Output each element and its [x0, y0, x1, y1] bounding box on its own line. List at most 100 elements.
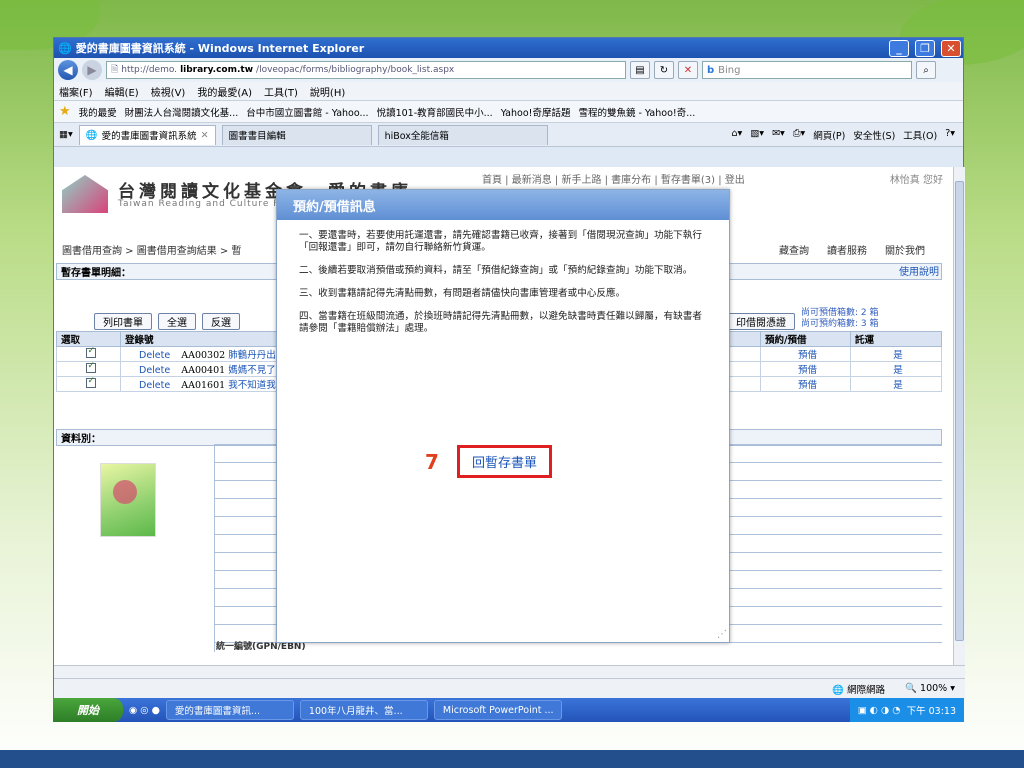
tab-close-icon[interactable]: ✕	[201, 130, 209, 141]
fav-item[interactable]: 財團法人台灣閱讀文化基...	[125, 105, 239, 119]
quicklaunch-icons[interactable]: ◉ ◎ ●	[129, 705, 160, 716]
help-link[interactable]: 使用說明	[899, 263, 939, 278]
book-title[interactable]: 我不知道我	[228, 380, 276, 391]
book-title[interactable]: 媽媽不見了	[228, 365, 276, 376]
select-checkbox[interactable]	[85, 376, 96, 388]
user-greeting: 林怡真 您好	[889, 175, 943, 186]
close-button[interactable]: ✕	[941, 39, 961, 57]
url-domain: library.com.tw	[180, 65, 254, 75]
main-nav: 藏查詢 讀者服務 關於我們	[779, 239, 925, 259]
menu-bar: 檔案(F) 編輯(E) 檢視(V) 我的最愛(A) 工具(T) 說明(H)	[54, 82, 963, 101]
nav-item[interactable]: 藏查詢	[779, 242, 809, 257]
fav-item[interactable]: 台中市國立圖書館 - Yahoo...	[246, 105, 368, 119]
url-prefix: http://demo.	[121, 65, 178, 75]
search-placeholder: Bing	[718, 64, 741, 76]
delete-link[interactable]: Delete	[139, 350, 170, 361]
search-input[interactable]: b Bing	[702, 61, 912, 79]
tab-hibox[interactable]: hiBox全能信箱	[377, 124, 548, 145]
modal-paragraph: 三、收到書籍請記得先清點冊數，有問題者請儘快向書庫管理者或中心反應。	[299, 288, 626, 299]
tab-label: 愛的書庫圖書資訊系統	[101, 131, 197, 142]
select-checkbox[interactable]	[85, 361, 96, 373]
menu-tools[interactable]: 工具(T)	[264, 84, 298, 99]
safety-menu[interactable]: 安全性(S)	[853, 128, 895, 142]
menu-favorites[interactable]: 我的最愛(A)	[197, 84, 252, 99]
taskbar-task[interactable]: 100年八月龍井、當...	[299, 700, 428, 720]
menu-file[interactable]: 檔案(F)	[59, 84, 93, 99]
scroll-thumb[interactable]	[955, 181, 964, 641]
favorites-bar: ★ 我的最愛 財團法人台灣閱讀文化基... 台中市國立圖書館 - Yahoo..…	[54, 101, 963, 123]
type-label: 資料別：	[61, 434, 101, 445]
back-to-list-button[interactable]: 回暫存書單	[457, 445, 552, 478]
taskbar-task[interactable]: 愛的書庫圖書資訊...	[165, 700, 294, 720]
address-row: ◀ ▶ 🗎 http://demo. library.com.tw/loveopa…	[54, 58, 963, 82]
vertical-scrollbar[interactable]	[953, 167, 965, 665]
site-logo	[62, 175, 108, 213]
menu-view[interactable]: 檢視(V)	[151, 84, 186, 99]
forward-button[interactable]: ▶	[82, 60, 102, 80]
tab-label: 圖書書目編輯	[228, 131, 286, 142]
ie-icon: 🌐	[58, 41, 72, 55]
print-icon[interactable]: ⎙▾	[793, 128, 805, 142]
top-nav[interactable]: 首頁 | 最新消息 | 新手上路 | 書庫分布 | 暫存書單(3) | 登出	[482, 171, 745, 186]
resize-grip-icon[interactable]: ⋰	[717, 629, 727, 640]
quota-info: 尚可預借箱數: 2 箱 尚可預約箱數: 3 箱	[801, 308, 878, 330]
modal-paragraph: 四、當書籍在班級間流通，於換班時請記得先清點冊數，以避免缺書時責任難以歸屬，有缺…	[299, 311, 702, 334]
print-voucher-button[interactable]: 印借閱憑證	[727, 313, 795, 330]
browser-window: 🌐 愛的書庫圖書資訊系統 - Windows Internet Explorer…	[53, 37, 965, 722]
zoom-control[interactable]: 🔍 100% ▾	[905, 683, 955, 694]
system-tray: ▣ ◐ ◑ ◔ 下午 03:13	[849, 698, 964, 722]
delete-link[interactable]: Delete	[139, 380, 170, 391]
tab-catalog-edit[interactable]: 圖書書目編輯	[221, 124, 372, 145]
minimize-button[interactable]: _	[889, 39, 909, 57]
nav-item[interactable]: 關於我們	[885, 242, 925, 257]
window-title: 愛的書庫圖書資訊系統 - Windows Internet Explorer	[75, 42, 365, 55]
request-type: 預借	[760, 346, 851, 362]
list-buttons: 列印書單 全選 反選	[94, 313, 240, 330]
help-icon[interactable]: ?▾	[945, 128, 955, 142]
tray-icons[interactable]: ▣ ◐ ◑ ◔	[858, 705, 901, 716]
compat-view-icon[interactable]: ▤	[630, 61, 650, 79]
fav-item[interactable]: 悅讀101-教育部國民中小...	[377, 105, 493, 119]
address-bar[interactable]: 🗎 http://demo. library.com.tw/loveopac/fo…	[106, 61, 626, 79]
back-button[interactable]: ◀	[58, 60, 78, 80]
fav-item[interactable]: 雪程的雙魚鏡 - Yahoo!奇...	[578, 105, 695, 119]
select-all-button[interactable]: 全選	[158, 313, 196, 330]
quick-tabs-icon[interactable]: ▦▾	[59, 129, 73, 140]
modal-paragraph: 一、要還書時，若要使用託運還書，請先確認書籍已收齊，接著到「借閱現況查詢」功能下…	[299, 230, 702, 253]
book-title[interactable]: 肺鶴丹丹出	[228, 350, 276, 361]
print-list-button[interactable]: 列印書單	[94, 313, 152, 330]
menu-help[interactable]: 說明(H)	[310, 84, 345, 99]
fav-item[interactable]: Yahoo!奇摩話題	[501, 105, 571, 119]
maximize-button[interactable]: ❐	[915, 39, 935, 57]
zoom-level: 100%	[920, 683, 948, 694]
favorites-button[interactable]: 我的最愛	[79, 105, 117, 119]
mail-icon[interactable]: ✉▾	[772, 128, 785, 142]
stop-icon[interactable]: ✕	[678, 61, 698, 79]
invert-selection-button[interactable]: 反選	[202, 313, 240, 330]
search-icon[interactable]: ⌕	[916, 61, 936, 79]
tab-library[interactable]: 🌐 愛的書庫圖書資訊系統 ✕	[78, 124, 216, 145]
start-button[interactable]: 開始	[53, 698, 123, 722]
request-type: 預借	[760, 376, 851, 392]
taskbar-task[interactable]: Microsoft PowerPoint ...	[433, 700, 562, 720]
delete-link[interactable]: Delete	[139, 365, 170, 376]
feeds-icon[interactable]: ▧▾	[750, 128, 764, 142]
favorites-star-icon: ★	[59, 104, 71, 119]
home-icon[interactable]: ⌂▾	[732, 128, 743, 142]
refresh-icon[interactable]: ↻	[654, 61, 674, 79]
tools-menu[interactable]: 工具(O)	[903, 128, 937, 142]
menu-edit[interactable]: 編輯(E)	[105, 84, 139, 99]
grid-border	[214, 444, 215, 652]
select-checkbox[interactable]	[85, 346, 96, 358]
ie-icon: 🌐	[85, 129, 98, 141]
status-bar: 🌐 網際網路 🔍 100% ▾	[54, 678, 965, 698]
zone-info: 🌐 網際網路	[832, 682, 885, 696]
nav-item[interactable]: 讀者服務	[827, 242, 867, 257]
page-icon: 🗎	[111, 65, 119, 75]
request-type: 預借	[760, 361, 851, 377]
page-menu[interactable]: 網頁(P)	[813, 128, 845, 142]
horizontal-scrollbar[interactable]	[54, 665, 965, 678]
col-type: 預約/預借	[760, 331, 851, 347]
reservation-modal: 預約/預借訊息 一、要還書時，若要使用託運還書，請先確認書籍已收齊，接著到「借閱…	[276, 189, 730, 643]
tab-bar: ▦▾ 🌐 愛的書庫圖書資訊系統 ✕ 圖書書目編輯 hiBox全能信箱 ⌂▾ ▧▾ ✉…	[54, 123, 963, 147]
